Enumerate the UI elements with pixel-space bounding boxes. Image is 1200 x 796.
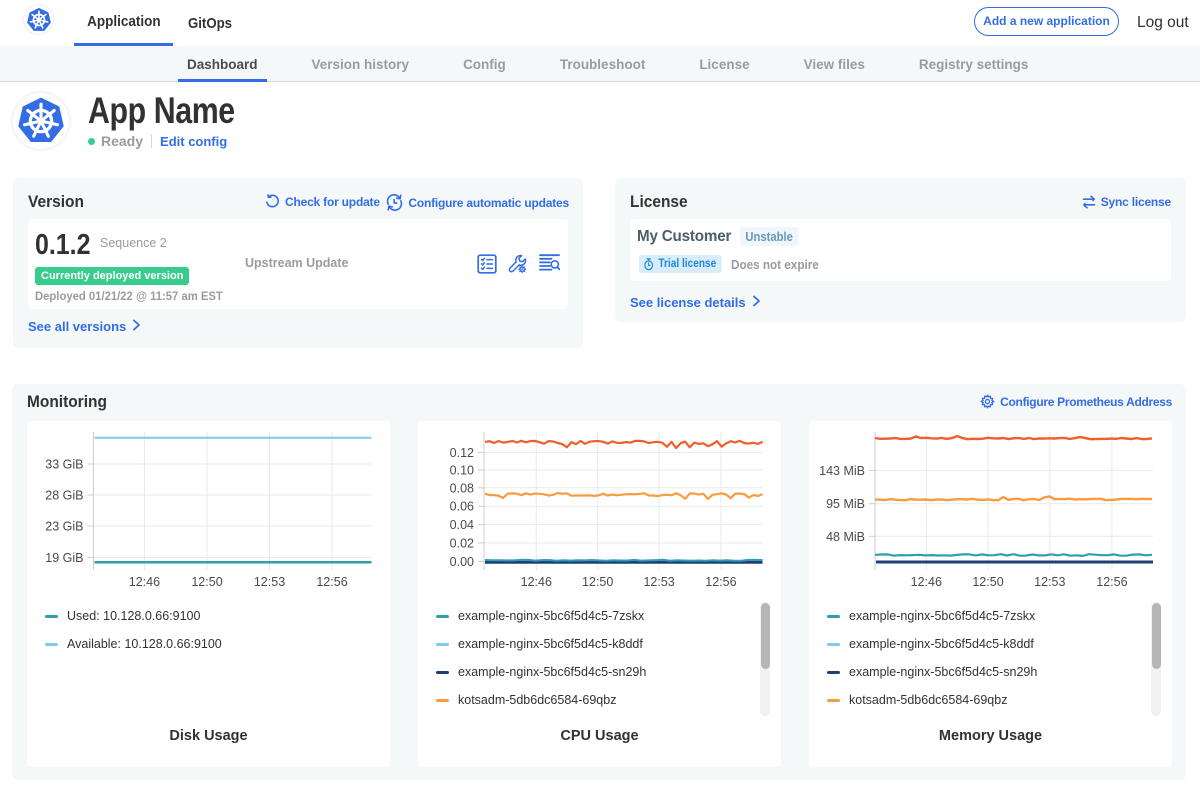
svg-text:12:46: 12:46 (521, 575, 552, 589)
svg-text:0.08: 0.08 (450, 481, 474, 495)
svg-text:0.02: 0.02 (450, 536, 474, 550)
svg-text:12:46: 12:46 (911, 575, 942, 589)
svg-text:12:50: 12:50 (582, 575, 613, 589)
svg-text:12:56: 12:56 (1096, 575, 1127, 589)
svg-text:12:46: 12:46 (129, 575, 160, 589)
svg-text:0.00: 0.00 (450, 555, 474, 569)
svg-text:0.12: 0.12 (450, 446, 474, 460)
svg-text:19 GiB: 19 GiB (45, 551, 83, 565)
svg-text:0.10: 0.10 (450, 464, 474, 478)
svg-text:12:56: 12:56 (705, 575, 736, 589)
svg-text:23 GiB: 23 GiB (45, 520, 83, 534)
svg-text:0.06: 0.06 (450, 500, 474, 514)
svg-text:143 MiB: 143 MiB (819, 464, 865, 478)
svg-text:28 GiB: 28 GiB (45, 489, 83, 503)
svg-text:12:50: 12:50 (972, 575, 1003, 589)
svg-text:12:50: 12:50 (191, 575, 222, 589)
svg-text:48 MiB: 48 MiB (826, 530, 865, 544)
svg-text:12:53: 12:53 (643, 575, 674, 589)
svg-text:12:56: 12:56 (316, 575, 347, 589)
svg-text:12:53: 12:53 (254, 575, 285, 589)
svg-text:12:53: 12:53 (1034, 575, 1065, 589)
svg-text:33 GiB: 33 GiB (45, 458, 83, 472)
svg-text:0.04: 0.04 (450, 518, 474, 532)
svg-text:95 MiB: 95 MiB (826, 497, 865, 511)
